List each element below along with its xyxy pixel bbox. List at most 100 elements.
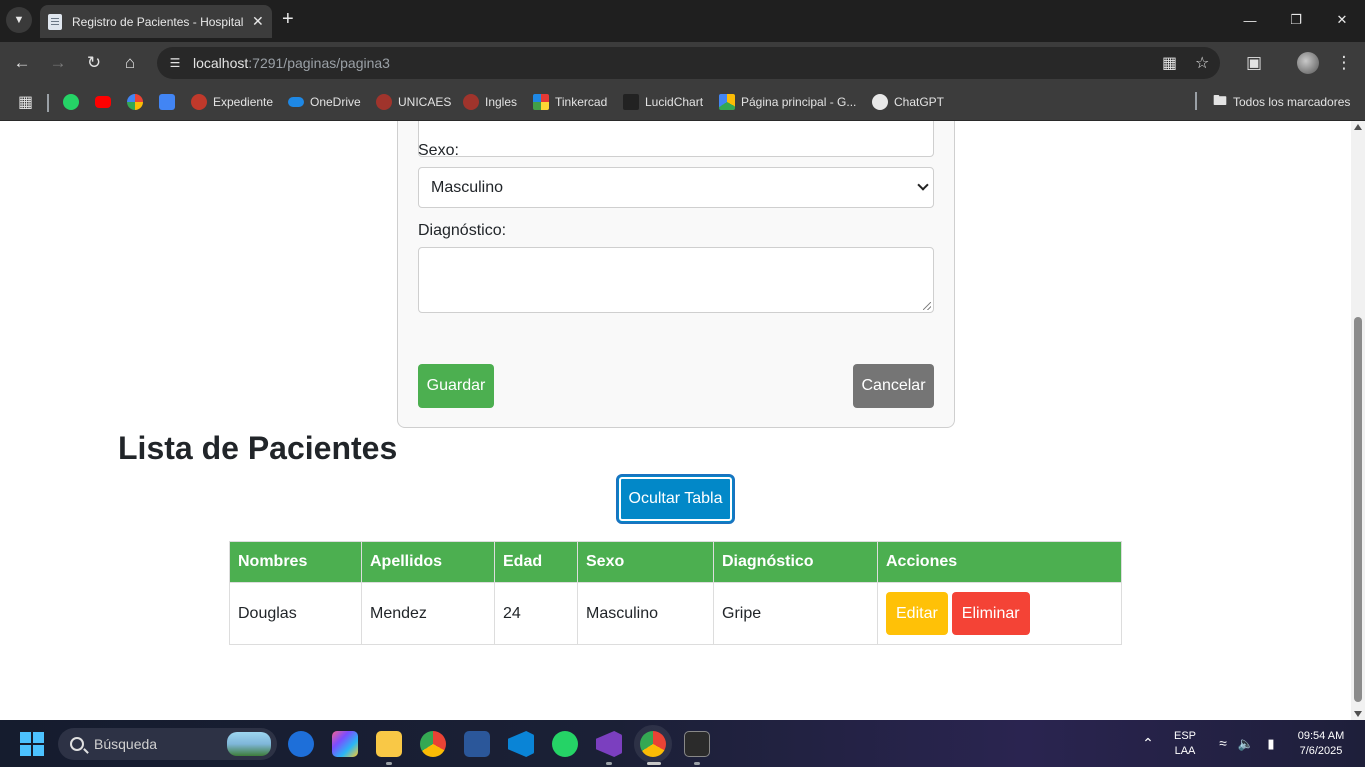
- table-header-row: Nombres Apellidos Edad Sexo Diagnóstico …: [229, 541, 1122, 583]
- search-highlight-image: [227, 732, 271, 756]
- running-indicator: [386, 762, 392, 765]
- browser-tab-strip: ▼ Registro de Pacientes - Hospital ✕ + —…: [0, 0, 1365, 42]
- bookmark-lucidchart[interactable]: LucidChart: [623, 92, 703, 112]
- edit-button[interactable]: Editar: [886, 592, 948, 635]
- expediente-icon: [191, 94, 207, 110]
- bookmark-ingles[interactable]: Ingles: [463, 92, 517, 112]
- close-window-icon[interactable]: ✕: [1319, 0, 1365, 40]
- new-tab-icon[interactable]: +: [282, 9, 294, 29]
- cell-sexo: Masculino: [577, 582, 714, 645]
- bookmark-label: LucidChart: [645, 95, 704, 109]
- back-icon[interactable]: ←: [11, 52, 33, 74]
- bookmark-chatgpt[interactable]: ChatGPT: [872, 92, 944, 112]
- bookmarks-divider: [47, 94, 49, 112]
- browser-toolbar: ← → ↻ ⌂ ☰ localhost:7291/paginas/pagina3…: [0, 42, 1365, 84]
- diagnostico-textarea[interactable]: [418, 247, 934, 313]
- resize-grip-icon[interactable]: [923, 302, 931, 310]
- tab-search-button[interactable]: ▼: [6, 7, 32, 33]
- minimize-icon[interactable]: —: [1227, 0, 1273, 40]
- previous-field-input[interactable]: [418, 121, 934, 157]
- visual-studio-icon[interactable]: [596, 731, 622, 757]
- page-viewport: Sexo: Masculino Diagnóstico: Guardar Can…: [0, 121, 1351, 720]
- onedrive-icon: [288, 97, 304, 107]
- cell-nombres: Douglas: [229, 582, 362, 645]
- volume-icon[interactable]: 🔈: [1236, 720, 1256, 767]
- apps-grid-icon[interactable]: ▦: [18, 92, 33, 112]
- clock[interactable]: 09:54 AM 7/6/2025: [1288, 720, 1354, 767]
- search-icon: [70, 737, 84, 751]
- header-apellidos: Apellidos: [361, 541, 495, 583]
- youtube-bookmark-icon[interactable]: [95, 92, 117, 112]
- profile-avatar[interactable]: [1297, 52, 1319, 74]
- bookmark-onedrive[interactable]: OneDrive: [288, 92, 361, 112]
- site-info-icon[interactable]: ☰: [165, 53, 185, 73]
- chevron-down-icon: [917, 179, 929, 191]
- all-bookmarks-label: Todos los marcadores: [1233, 95, 1351, 109]
- address-bar[interactable]: ☰ localhost:7291/paginas/pagina3 ▦ ☆: [157, 47, 1220, 79]
- clock-time: 09:54 AM: [1297, 729, 1345, 742]
- patient-form-card: Sexo: Masculino Diagnóstico: Guardar Can…: [397, 121, 955, 428]
- active-tab[interactable]: Registro de Pacientes - Hospital ✕: [40, 5, 272, 38]
- sexo-select[interactable]: Masculino: [418, 167, 934, 208]
- url-text[interactable]: localhost:7291/paginas/pagina3: [193, 55, 390, 71]
- diagnostico-label: Diagnóstico:: [418, 222, 507, 239]
- bookmark-star-icon[interactable]: ☆: [1195, 53, 1209, 73]
- active-indicator: [647, 762, 661, 765]
- vscode-icon[interactable]: [508, 731, 534, 757]
- header-edad: Edad: [494, 541, 578, 583]
- header-acciones: Acciones: [877, 541, 1122, 583]
- delete-button[interactable]: Eliminar: [951, 592, 1030, 635]
- language-code: ESP: [1173, 729, 1196, 742]
- scroll-thumb[interactable]: [1354, 317, 1362, 702]
- all-bookmarks-folder[interactable]: 🖿 Todos los marcadores: [1213, 92, 1350, 112]
- header-nombres: Nombres: [229, 541, 362, 583]
- taskbar-search-box[interactable]: Búsqueda: [58, 728, 277, 760]
- whatsapp-bookmark-icon[interactable]: [63, 92, 85, 112]
- bookmark-label: Expediente: [213, 95, 274, 109]
- reload-icon[interactable]: ↻: [83, 52, 105, 74]
- bookmark-unicaes[interactable]: UNICAES: [376, 92, 451, 112]
- cell-apellidos: Mendez: [361, 582, 495, 645]
- lucidchart-icon: [623, 94, 639, 110]
- page-favicon-icon: [48, 13, 62, 30]
- terminal-icon[interactable]: [684, 731, 710, 757]
- bookmark-drive[interactable]: Página principal - G...: [719, 92, 856, 112]
- file-explorer-icon[interactable]: [376, 731, 402, 757]
- windows-start-icon[interactable]: [20, 732, 44, 756]
- ingles-icon: [463, 94, 479, 110]
- whatsapp-icon[interactable]: [552, 731, 578, 757]
- hide-table-button[interactable]: Ocultar Tabla: [616, 474, 735, 524]
- restore-icon[interactable]: ❐: [1273, 0, 1319, 40]
- forward-icon[interactable]: →: [47, 52, 69, 74]
- chrome-active-icon[interactable]: [634, 725, 672, 763]
- language-indicator[interactable]: ESP LAA: [1168, 720, 1202, 767]
- bookmark-tinkercad[interactable]: Tinkercad: [533, 92, 607, 112]
- taskbar-app-icon[interactable]: [288, 731, 314, 757]
- scroll-up-icon[interactable]: [1354, 124, 1362, 130]
- copilot-icon[interactable]: [332, 731, 358, 757]
- translate-icon[interactable]: ▦: [1162, 53, 1177, 73]
- header-diagnostico: Diagnóstico: [713, 541, 878, 583]
- home-icon[interactable]: ⌂: [119, 52, 141, 74]
- bookmark-label: Ingles: [485, 95, 518, 109]
- cell-diagnostico: Gripe: [713, 582, 878, 645]
- bookmark-expediente[interactable]: Expediente: [191, 92, 273, 112]
- wifi-icon[interactable]: ≈: [1212, 720, 1234, 767]
- bookmark-label: OneDrive: [310, 95, 361, 109]
- word-icon[interactable]: [464, 731, 490, 757]
- show-hidden-icons-chevron-up-icon[interactable]: ⌃: [1138, 720, 1158, 767]
- extensions-icon[interactable]: ▣: [1243, 52, 1265, 74]
- page-scrollbar[interactable]: [1351, 121, 1365, 720]
- translate-bookmark-icon[interactable]: [159, 92, 181, 112]
- chrome-icon[interactable]: [420, 731, 446, 757]
- scroll-down-icon[interactable]: [1354, 711, 1362, 717]
- google-bookmark-icon[interactable]: [127, 92, 149, 112]
- close-tab-icon[interactable]: ✕: [252, 13, 264, 30]
- menu-kebab-icon[interactable]: ⋮: [1333, 52, 1355, 74]
- battery-icon[interactable]: ▮: [1260, 720, 1282, 767]
- save-button[interactable]: Guardar: [418, 364, 494, 408]
- cancel-button[interactable]: Cancelar: [853, 364, 934, 408]
- patient-list-title: Lista de Pacientes: [118, 430, 398, 466]
- url-host: localhost: [193, 55, 249, 71]
- keyboard-layout: LAA: [1174, 744, 1196, 757]
